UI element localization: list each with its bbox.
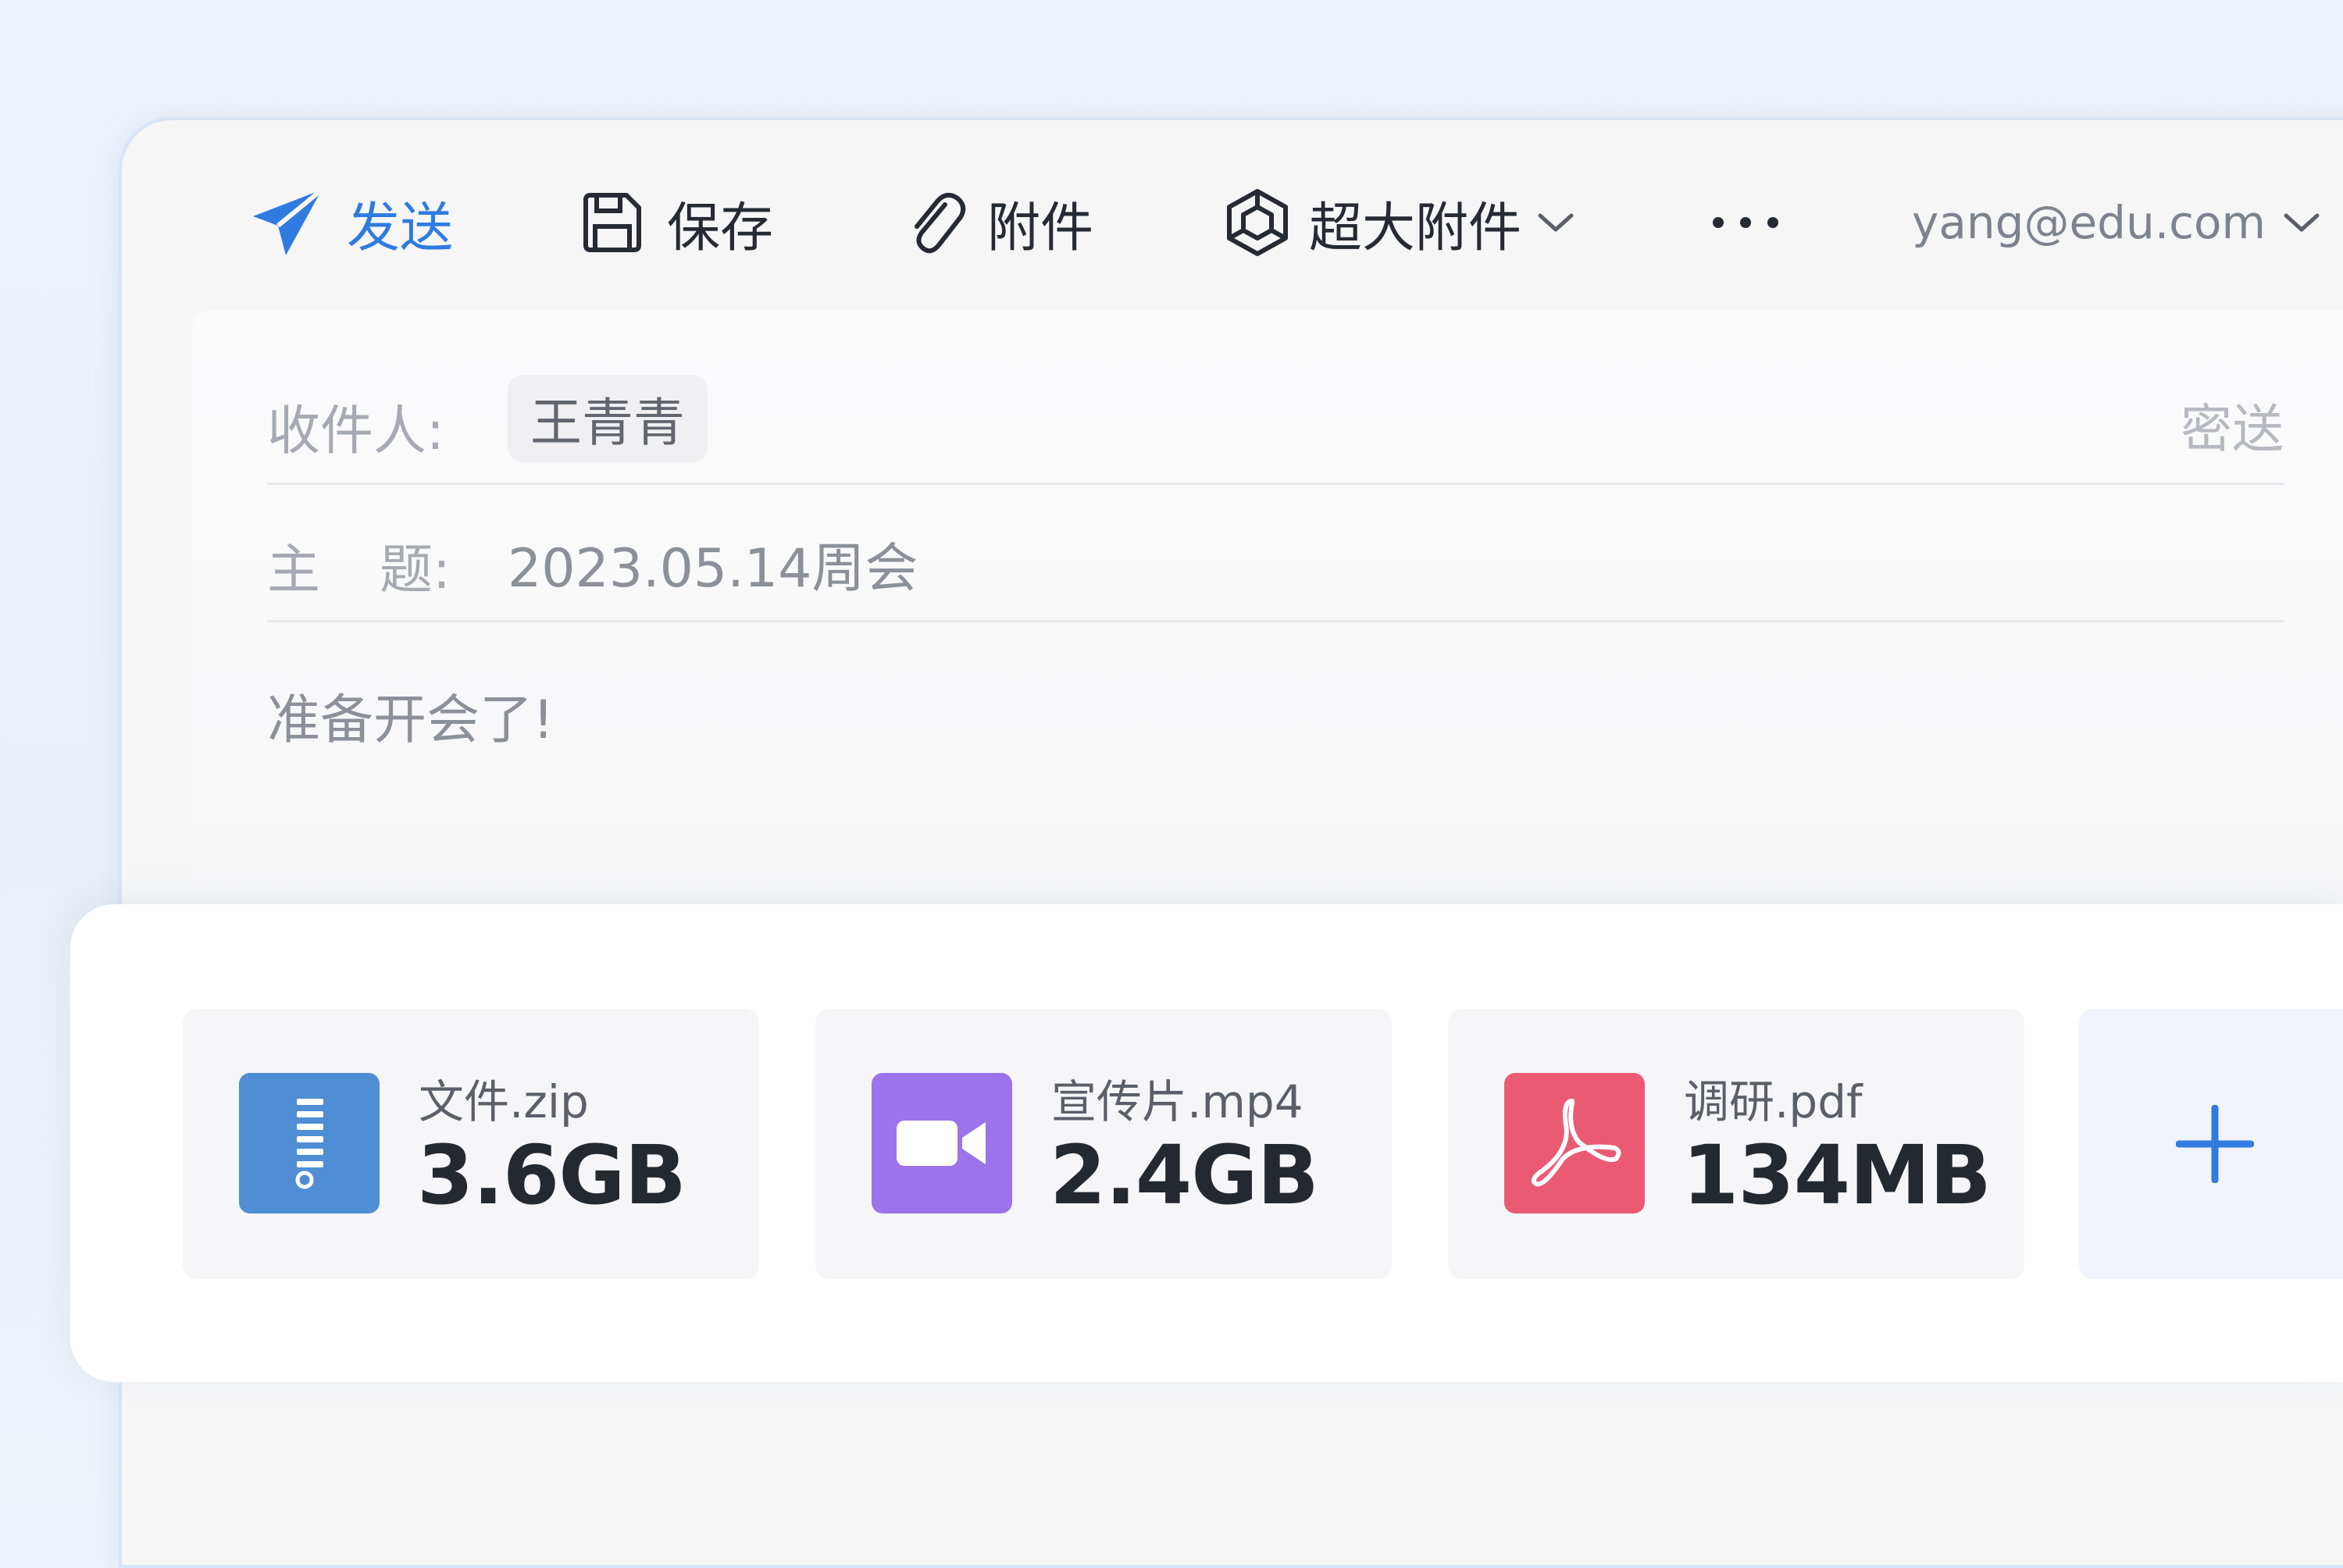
chevron-down-icon[interactable]: [1537, 211, 1574, 234]
video-file-icon: [872, 1073, 1012, 1213]
zip-file-icon: [239, 1073, 380, 1213]
bcc-button[interactable]: 密送: [2181, 387, 2284, 462]
file-size: 134MB: [1682, 1128, 1992, 1223]
subject-label-second: 题:: [380, 540, 451, 601]
send-label: 发送: [347, 197, 454, 259]
large-attachment-button[interactable]: 超大附件: [1225, 184, 1574, 262]
attachment-card-video[interactable]: 宣传片.mp4 2.4GB: [815, 1009, 1392, 1279]
account-switcher[interactable]: yang@edu.com: [1912, 184, 2320, 262]
save-button[interactable]: 保存: [580, 184, 773, 262]
recipient-chip[interactable]: 王青青: [508, 375, 708, 462]
pdf-file-icon: [1504, 1073, 1645, 1213]
attachment-card-zip[interactable]: 文件.zip 3.6GB: [183, 1009, 759, 1279]
subject-input[interactable]: 2023.05.14周会: [508, 525, 918, 602]
ellipsis-icon: [1713, 217, 1778, 228]
divider: [267, 483, 2284, 485]
add-attachment-button[interactable]: [2079, 1009, 2343, 1279]
file-size: 2.4GB: [1050, 1128, 1319, 1223]
send-icon: [253, 187, 323, 255]
attachment-label: 附件: [987, 197, 1094, 259]
file-name: 文件.zip: [419, 1075, 589, 1128]
paperclip-icon: [915, 192, 966, 254]
file-name: 调研.pdf: [1684, 1075, 1863, 1128]
attachment-button[interactable]: 附件: [906, 184, 1093, 262]
large-attachment-label: 超大附件: [1309, 197, 1522, 259]
account-email: yang@edu.com: [1912, 196, 2266, 249]
chevron-down-icon: [2284, 213, 2320, 232]
more-button[interactable]: [1710, 184, 1781, 262]
save-icon: [583, 193, 641, 252]
send-button[interactable]: 发送: [251, 184, 453, 262]
save-label: 保存: [667, 197, 774, 259]
plus-icon: [2176, 1105, 2254, 1183]
divider: [267, 620, 2284, 622]
recipient-label: 收件人:: [267, 401, 444, 462]
file-name: 宣传片.mp4: [1051, 1075, 1303, 1128]
file-size: 3.6GB: [417, 1128, 686, 1223]
message-body[interactable]: 准备开会了!: [267, 676, 554, 754]
subject-label-first: 主: [267, 540, 321, 601]
large-attachment-icon: [1227, 189, 1288, 256]
attachment-card-pdf[interactable]: 调研.pdf 134MB: [1448, 1009, 2024, 1279]
